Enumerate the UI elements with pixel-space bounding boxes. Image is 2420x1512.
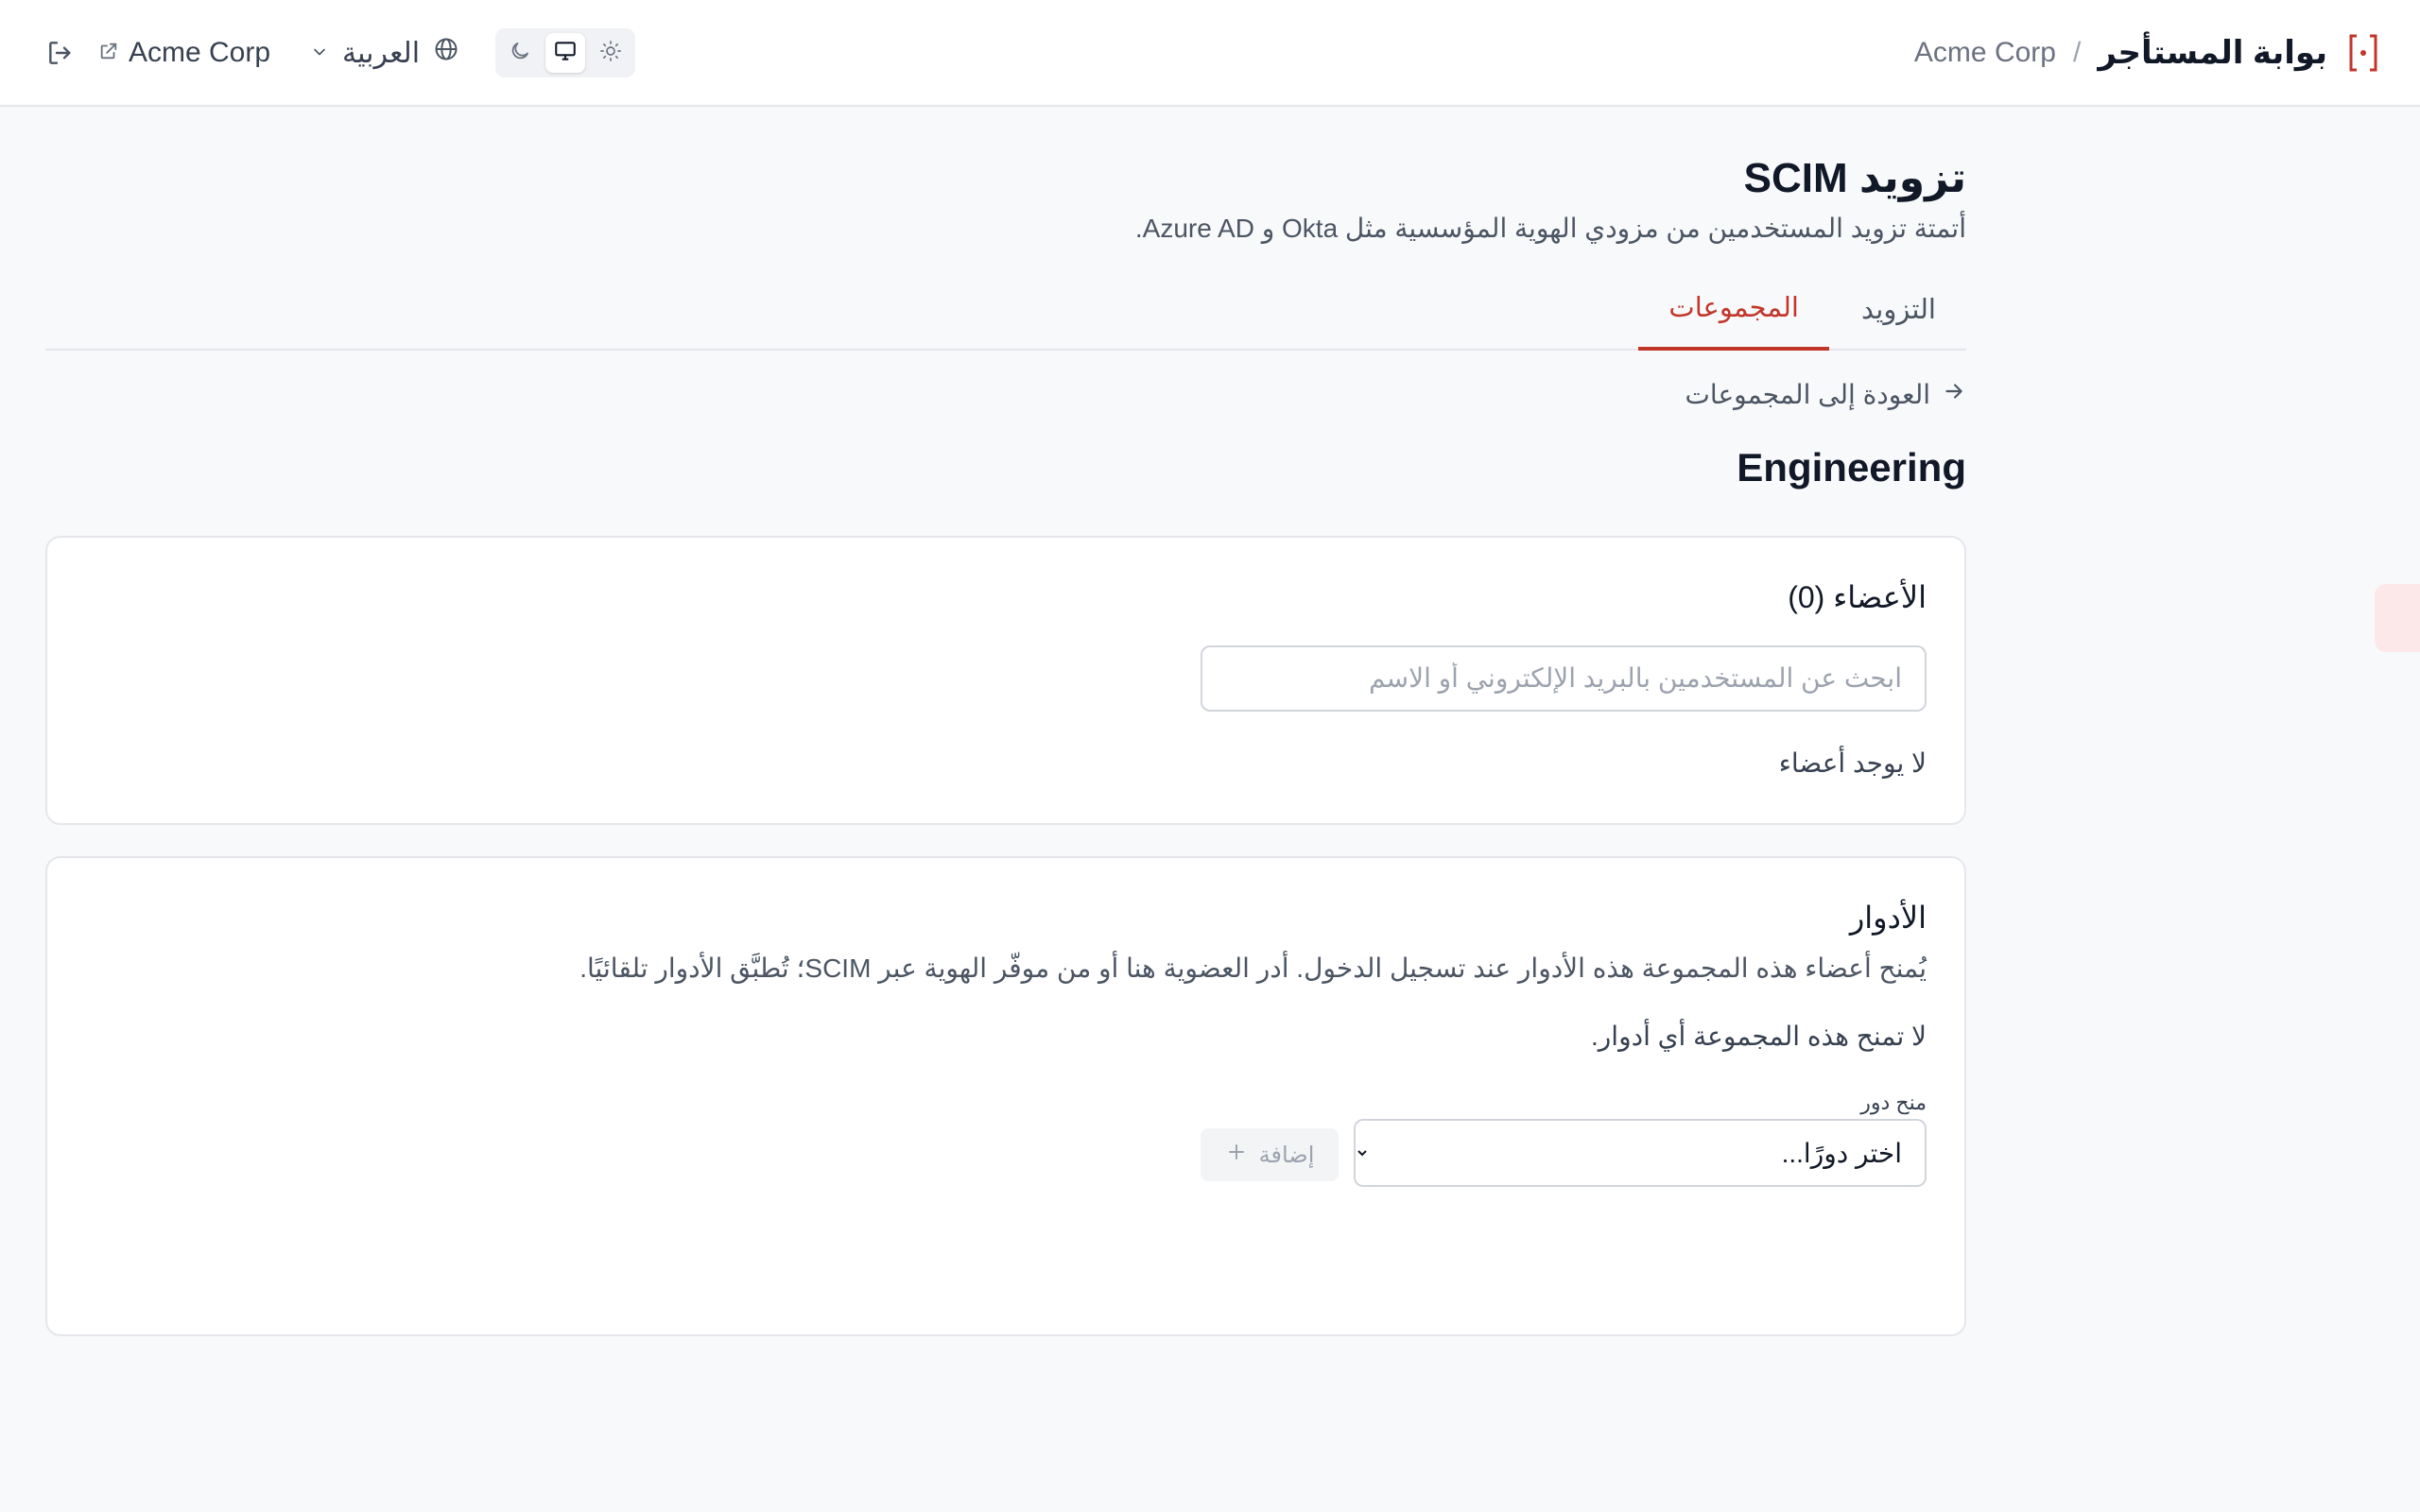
theme-system-button[interactable] [545,33,586,73]
theme-dark-button[interactable] [500,33,540,73]
logout-icon[interactable] [38,30,83,76]
language-label: العربية [342,37,421,69]
plus-icon [1225,1141,1248,1170]
tab-bar: التزويد المجموعات [45,267,1966,351]
tab-groups[interactable]: المجموعات [1638,267,1829,351]
bracket-logo-icon [2344,32,2382,74]
back-to-groups-link[interactable]: العودة إلى المجموعات [1685,379,1966,410]
page-title: تزويد SCIM [1743,155,1966,201]
org-link[interactable]: Acme Corp [98,37,270,69]
side-feedback-tab[interactable] [2375,584,2420,652]
add-button-label: إضافة [1258,1142,1315,1168]
portal-title: بوابة المستأجر [2098,35,2327,71]
role-select[interactable]: اختر دورًا... [1354,1119,1927,1187]
theme-light-button[interactable] [591,33,631,73]
breadcrumb-org[interactable]: Acme Corp [1914,37,2056,69]
tab-provisioning[interactable]: التزويد [1831,267,1966,351]
breadcrumb-separator: / [2072,37,2082,68]
member-search-input[interactable] [1201,645,1927,712]
globe-icon [433,36,459,70]
top-bar: بوابة المستأجر / Acme Corp Acme Corp الع… [0,0,2420,107]
members-title: الأعضاء (0) [1788,580,1927,614]
chevron-down-icon [310,37,329,69]
roles-description: يُمنح أعضاء هذه المجموعة هذه الأدوار عند… [579,954,1927,983]
sun-icon [599,40,622,67]
external-link-icon [98,37,119,69]
roles-card: الأدوار يُمنح أعضاء هذه المجموعة هذه الأ… [45,856,1966,1336]
page-subtitle: أتمتة تزويد المستخدمين من مزودي الهوية ا… [1134,214,1966,243]
theme-toggle [495,28,636,77]
language-selector[interactable]: العربية [310,36,459,70]
moon-icon [509,40,531,67]
members-empty-text: لا يوجد أعضاء [1778,748,1927,778]
group-name: Engineering [1737,445,1966,490]
header-tools: Acme Corp العربية [38,26,636,79]
arrow-right-icon [1942,379,1966,410]
brand: بوابة المستأجر / Acme Corp [1914,26,2382,79]
roles-empty-text: لا تمنح هذه المجموعة أي أدوار. [1591,1022,1927,1051]
grant-role-label: منح دور [1860,1091,1927,1114]
org-link-label: Acme Corp [129,37,271,68]
back-link-label: العودة إلى المجموعات [1685,380,1930,409]
roles-title: الأدوار [1849,901,1927,935]
add-role-button[interactable]: إضافة [1201,1128,1339,1181]
monitor-icon [553,39,578,68]
members-card: الأعضاء (0) لا يوجد أعضاء [45,536,1966,825]
